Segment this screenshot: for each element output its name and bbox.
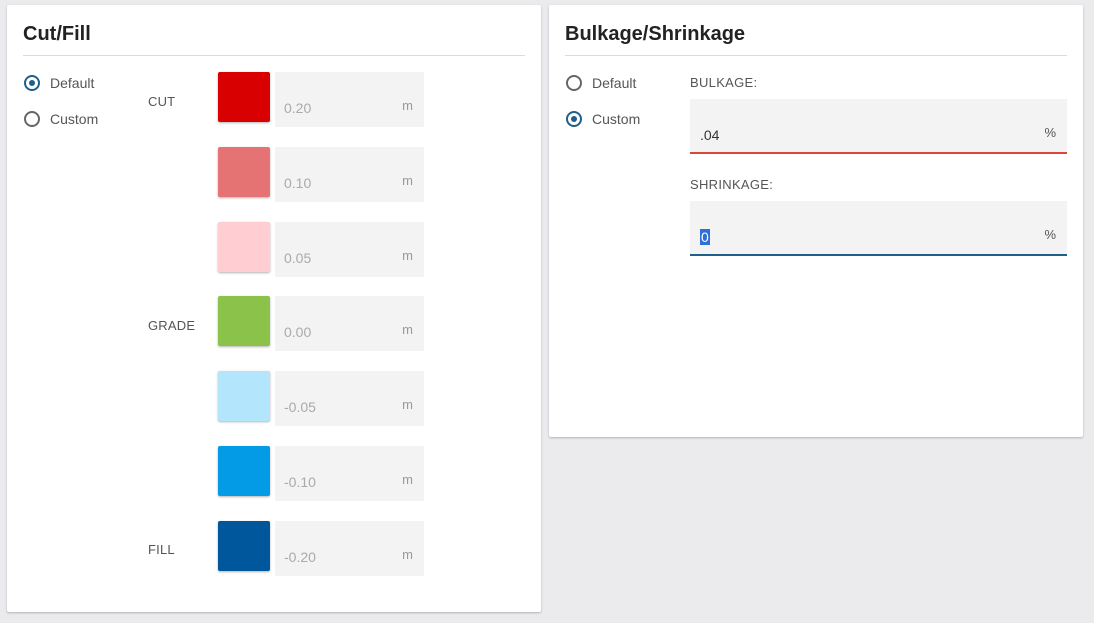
fill-label: FILL xyxy=(148,542,175,557)
color-swatch-cut-low[interactable] xyxy=(218,222,270,272)
bulk-custom-label: Custom xyxy=(592,111,641,127)
cut-high-value-field[interactable]: 0.20 m xyxy=(275,72,424,127)
cut-fill-divider xyxy=(23,55,525,56)
shrinkage-input[interactable]: 0 % xyxy=(690,201,1067,256)
bulk-custom-radio[interactable]: Custom xyxy=(565,108,640,130)
cut-high-value: 0.20 xyxy=(284,100,312,116)
bulk-default-radio[interactable]: Default xyxy=(565,72,636,94)
radio-unchecked-icon xyxy=(24,111,40,127)
unit-label: m xyxy=(402,547,413,562)
radio-checked-icon xyxy=(24,75,40,91)
percent-unit-label: % xyxy=(1044,227,1056,242)
cut-low-value-field[interactable]: 0.05 m xyxy=(275,222,424,277)
color-swatch-cut-mid[interactable] xyxy=(218,147,270,197)
grade-label: GRADE xyxy=(148,318,196,333)
unit-label: m xyxy=(402,472,413,487)
color-swatch-fill-mid[interactable] xyxy=(218,446,270,496)
color-swatch-grade[interactable] xyxy=(218,296,270,346)
percent-unit-label: % xyxy=(1044,125,1056,140)
cut-low-value: 0.05 xyxy=(284,250,312,266)
unit-label: m xyxy=(402,322,413,337)
fill-mid-value: -0.10 xyxy=(284,474,316,490)
cut-fill-default-radio[interactable]: Default xyxy=(23,72,94,94)
cut-mid-value-field[interactable]: 0.10 m xyxy=(275,147,424,202)
unit-label: m xyxy=(402,98,413,113)
fill-low-value: -0.05 xyxy=(284,399,316,415)
radio-unchecked-icon xyxy=(566,75,582,91)
bulkage-input[interactable]: .04 % xyxy=(690,99,1067,154)
cut-mid-value: 0.10 xyxy=(284,175,312,191)
fill-low-value-field[interactable]: -0.05 m xyxy=(275,371,424,426)
cut-fill-custom-radio[interactable]: Custom xyxy=(23,108,98,130)
bulkage-shrinkage-panel: Bulkage/Shrinkage Default Custom BULKAGE… xyxy=(549,5,1083,437)
fill-mid-value-field[interactable]: -0.10 m xyxy=(275,446,424,501)
color-swatch-fill-low[interactable] xyxy=(218,371,270,421)
grade-value: 0.00 xyxy=(284,324,312,340)
unit-label: m xyxy=(402,248,413,263)
unit-label: m xyxy=(402,173,413,188)
shrinkage-value: 0 xyxy=(700,229,710,245)
bulkage-caption: BULKAGE: xyxy=(690,75,758,90)
bulkage-shrinkage-title: Bulkage/Shrinkage xyxy=(565,23,746,45)
cut-fill-custom-label: Custom xyxy=(50,111,99,127)
shrinkage-caption: SHRINKAGE: xyxy=(690,177,774,192)
color-swatch-fill-high[interactable] xyxy=(218,521,270,571)
bulk-default-label: Default xyxy=(592,75,637,91)
bulkage-shrinkage-divider xyxy=(565,55,1067,56)
cut-fill-default-label: Default xyxy=(50,75,95,91)
fill-high-value-field[interactable]: -0.20 m xyxy=(275,521,424,576)
grade-value-field[interactable]: 0.00 m xyxy=(275,296,424,351)
fill-high-value: -0.20 xyxy=(284,549,316,565)
radio-checked-icon xyxy=(566,111,582,127)
cut-fill-title: Cut/Fill xyxy=(23,23,91,45)
shrinkage-value-wrapper: 0 xyxy=(700,229,710,245)
cut-fill-panel: Cut/Fill Default Custom CUT GRADE FILL 0… xyxy=(7,5,541,612)
color-swatch-cut-high[interactable] xyxy=(218,72,270,122)
unit-label: m xyxy=(402,397,413,412)
cut-label: CUT xyxy=(148,94,176,109)
bulkage-value: .04 xyxy=(700,127,720,143)
